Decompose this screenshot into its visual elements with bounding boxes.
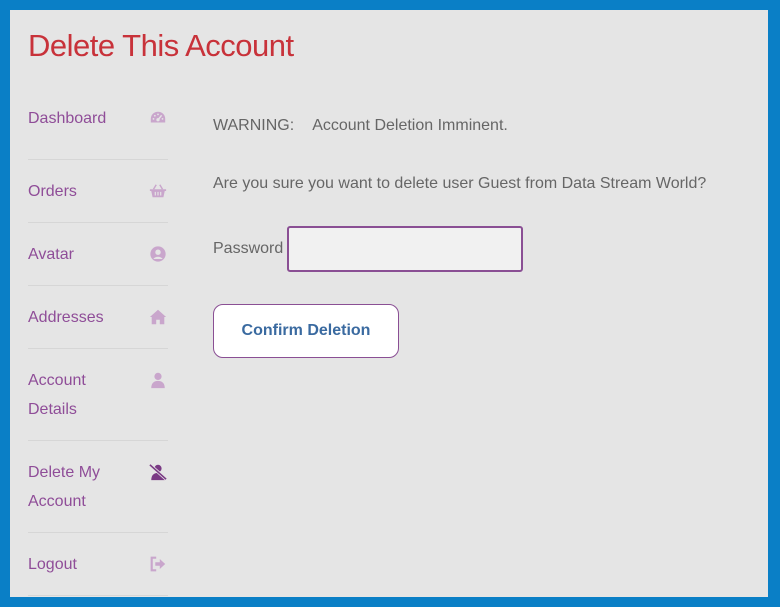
sidebar-item-dashboard[interactable]: Dashboard: [28, 87, 168, 160]
account-sidebar: Dashboard Orders Avatar Addresses Accoun…: [28, 87, 168, 596]
home-icon: [148, 307, 168, 327]
confirmation-question: Are you sure you want to delete user Gue…: [213, 175, 707, 192]
sidebar-item-label: Orders: [28, 183, 77, 200]
warning-text: Account Deletion Imminent.: [312, 117, 508, 134]
basket-icon: [148, 181, 168, 201]
sidebar-item-avatar[interactable]: Avatar: [28, 223, 168, 286]
sidebar-item-delete-my-account[interactable]: Delete My Account: [28, 441, 168, 533]
page-frame: Delete This Account Dashboard Orders Ava…: [10, 10, 768, 597]
confirm-deletion-button[interactable]: Confirm Deletion: [213, 304, 399, 358]
sidebar-item-label: Dashboard: [28, 110, 107, 127]
sign-out-icon: [148, 554, 168, 574]
main-content: WARNING: Account Deletion Imminent. Are y…: [213, 10, 768, 597]
user-slash-icon: [148, 462, 168, 482]
sidebar-item-label: Avatar: [28, 246, 74, 263]
warning-message: WARNING: Account Deletion Imminent.: [213, 117, 508, 135]
sidebar-item-label: Logout: [28, 556, 77, 573]
password-label: Password: [213, 240, 284, 257]
user-circle-icon: [148, 244, 168, 264]
sidebar-item-label: Delete My Account: [28, 464, 101, 510]
warning-label: WARNING:: [213, 117, 295, 134]
sidebar-item-orders[interactable]: Orders: [28, 160, 168, 223]
sidebar-item-label: Account Details: [28, 372, 86, 418]
sidebar-item-logout[interactable]: Logout: [28, 533, 168, 596]
sidebar-item-account-details[interactable]: Account Details: [28, 349, 168, 441]
user-icon: [148, 370, 168, 390]
sidebar-item-addresses[interactable]: Addresses: [28, 286, 168, 349]
password-input[interactable]: [287, 226, 524, 272]
password-row: Password: [213, 226, 524, 272]
sidebar-item-label: Addresses: [28, 309, 104, 326]
dashboard-gauge-icon: [148, 108, 168, 128]
